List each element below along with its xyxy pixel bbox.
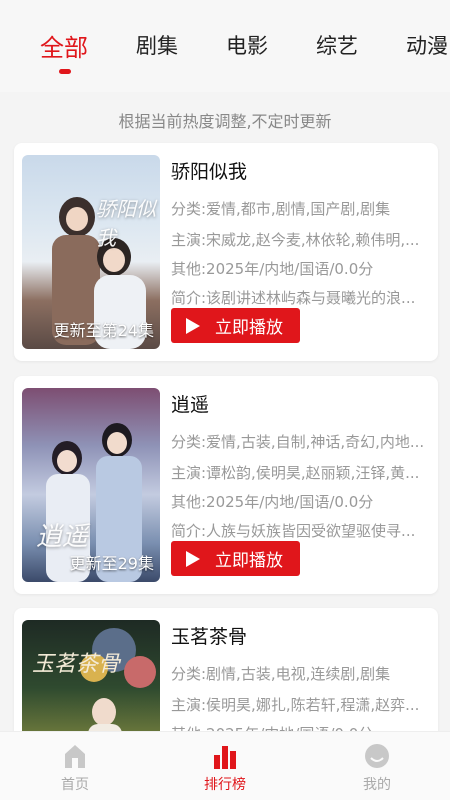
drama-intro: 简介:该剧讲述林屿森与聂曦光的浪... [171,289,416,307]
drama-category: 分类:爱情,都市,剧情,国产剧,剧集 [171,200,391,218]
tab-anime[interactable]: 动漫 [406,30,448,60]
poster-image[interactable]: 骄阳似我 更新至第24集 [22,155,160,349]
drama-cast: 主演:谭松韵,侯明昊,赵丽颖,汪铎,黄... [171,464,420,482]
drama-title[interactable]: 逍遥 [171,390,209,417]
drama-other-info: 其他:2025年/内地/国语/0.0分 [171,493,374,511]
home-icon [65,745,85,768]
poster-logo-text: 逍遥 [36,522,89,552]
drama-cast: 主演:侯明昊,娜扎,陈若轩,程潇,赵弈... [171,696,420,714]
tab-movies[interactable]: 电影 [226,30,268,60]
poster-logo-text: 骄阳似我 [96,197,156,250]
nav-ranking[interactable]: 排行榜 [170,732,280,800]
play-now-button[interactable]: 立即播放 [171,541,300,576]
drama-category: 分类:剧情,古装,电视,连续剧,剧集 [171,665,391,683]
update-hint: 根据当前热度调整,不定时更新 [118,112,332,131]
drama-other-info: 其他:2025年/内地/国语/0.0分 [171,260,374,278]
category-tab-bar: 全部 剧集 电影 综艺 动漫 [0,0,450,92]
play-button-label: 立即播放 [215,551,283,571]
drama-intro: 简介:人族与妖族皆因受欲望驱使寻... [171,522,416,540]
tab-variety[interactable]: 综艺 [316,30,358,60]
episode-update-label: 更新至29集 [69,554,154,573]
bottom-navigation: 首页 排行榜 我的 [0,731,450,800]
tab-series[interactable]: 剧集 [136,30,178,60]
drama-card[interactable]: 逍遥 更新至29集 逍遥 分类:爱情,古装,自制,神话,奇幻,内地... 主演:… [14,376,438,594]
play-icon [186,550,200,567]
ranking-icon [214,746,236,769]
nav-profile[interactable]: 我的 [322,732,432,800]
drama-category: 分类:爱情,古装,自制,神话,奇幻,内地... [171,433,425,451]
nav-home[interactable]: 首页 [20,732,130,800]
profile-icon [365,744,389,768]
nav-profile-label: 我的 [363,777,391,793]
nav-home-label: 首页 [61,777,89,793]
active-tab-indicator [59,69,71,74]
poster-logo-text: 玉茗茶骨 [32,652,121,677]
drama-title[interactable]: 玉茗茶骨 [171,622,247,649]
drama-card[interactable]: 玉茗茶骨 玉茗茶骨 分类:剧情,古装,电视,连续剧,剧集 主演:侯明昊,娜扎,陈… [14,608,438,748]
poster-image[interactable]: 逍遥 更新至29集 [22,388,160,582]
play-button-label: 立即播放 [215,318,283,338]
poster-illustration [80,628,156,748]
play-icon [186,317,200,334]
poster-image[interactable]: 玉茗茶骨 [22,620,160,748]
drama-cast: 主演:宋威龙,赵今麦,林依轮,赖伟明,... [171,231,420,249]
tab-all[interactable]: 全部 [40,28,88,63]
nav-ranking-label: 排行榜 [204,777,246,793]
drama-title[interactable]: 骄阳似我 [171,157,247,184]
episode-update-label: 更新至第24集 [53,321,154,340]
drama-card[interactable]: 骄阳似我 更新至第24集 骄阳似我 分类:爱情,都市,剧情,国产剧,剧集 主演:… [14,143,438,361]
play-now-button[interactable]: 立即播放 [171,308,300,343]
